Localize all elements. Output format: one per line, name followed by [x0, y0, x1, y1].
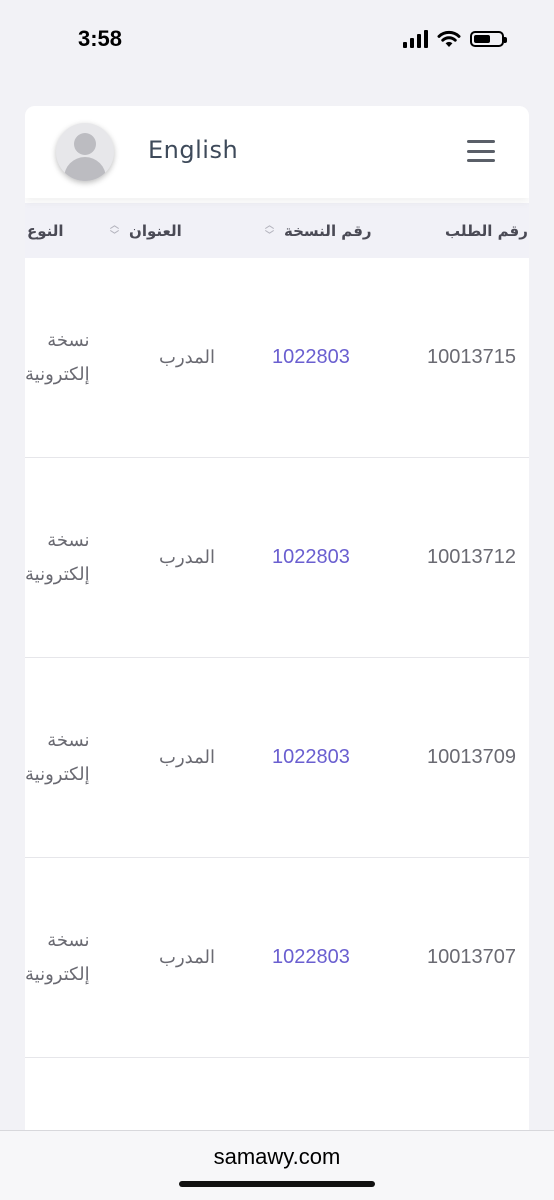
title-cell: المدرب [159, 947, 215, 968]
url-text[interactable]: samawy.com [0, 1144, 554, 1170]
language-switch-link[interactable]: English [148, 136, 238, 164]
battery-icon [470, 31, 507, 47]
table-row[interactable]: 10013709 1022803 المدرب نسخة إلكترونية [25, 658, 529, 858]
cellular-signal-icon [403, 30, 428, 48]
table-header: رقم الطلب رقم النسخة ︿ ﹀ العنوان ︿ ﹀ النوع… [25, 203, 529, 258]
type-cell: نسخة إلكترونية [25, 729, 90, 785]
order-number-cell: 10013707 [427, 946, 516, 968]
type-cell: نسخة إلكترونية [25, 529, 90, 585]
column-header-label: رقم النسخة [284, 221, 372, 240]
home-indicator [179, 1181, 375, 1187]
column-header-label: العنوان [129, 221, 182, 240]
title-cell: المدرب [159, 347, 215, 368]
browser-address-bar[interactable]: samawy.com [0, 1130, 554, 1200]
table-body: 10013715 1022803 المدرب نسخة إلكترونية 10… [25, 258, 529, 1058]
sort-icon[interactable]: ︿ ﹀ [110, 221, 119, 241]
column-header-type[interactable]: النوع ︿﹀ [25, 203, 64, 258]
copy-number-link[interactable]: 1022803 [272, 858, 350, 1057]
title-cell: المدرب [159, 747, 215, 768]
order-number-cell: 10013712 [427, 546, 516, 568]
table-row[interactable]: 10013712 1022803 المدرب نسخة إلكترونية [25, 458, 529, 658]
wifi-icon [437, 30, 461, 47]
status-bar: 3:58 [0, 0, 554, 80]
top-navigation: English [25, 106, 529, 198]
column-header-label: النوع [27, 221, 64, 240]
copy-number-link[interactable]: 1022803 [272, 258, 350, 457]
status-icons [403, 30, 507, 48]
user-avatar-icon[interactable] [56, 123, 114, 181]
column-header-label: رقم الطلب [445, 221, 528, 240]
column-header-title[interactable]: العنوان ︿ ﹀ [110, 203, 182, 258]
column-header-copy-number[interactable]: رقم النسخة ︿ ﹀ [265, 203, 372, 258]
column-header-order-number[interactable]: رقم الطلب [445, 203, 528, 258]
copy-number-link[interactable]: 1022803 [272, 458, 350, 657]
copy-number-link[interactable]: 1022803 [272, 658, 350, 857]
sort-icon[interactable]: ︿ ﹀ [265, 221, 274, 241]
hamburger-menu-icon[interactable] [467, 140, 495, 162]
order-number-cell: 10013715 [427, 346, 516, 368]
content-card: English رقم الطلب رقم النسخة ︿ ﹀ العنوان … [25, 106, 529, 1146]
type-cell: نسخة إلكترونية [25, 329, 90, 385]
status-time: 3:58 [78, 26, 123, 51]
table-row[interactable]: 10013707 1022803 المدرب نسخة إلكترونية [25, 858, 529, 1058]
order-number-cell: 10013709 [427, 746, 516, 768]
title-cell: المدرب [159, 547, 215, 568]
table-row[interactable]: 10013715 1022803 المدرب نسخة إلكترونية [25, 258, 529, 458]
type-cell: نسخة إلكترونية [25, 929, 90, 985]
